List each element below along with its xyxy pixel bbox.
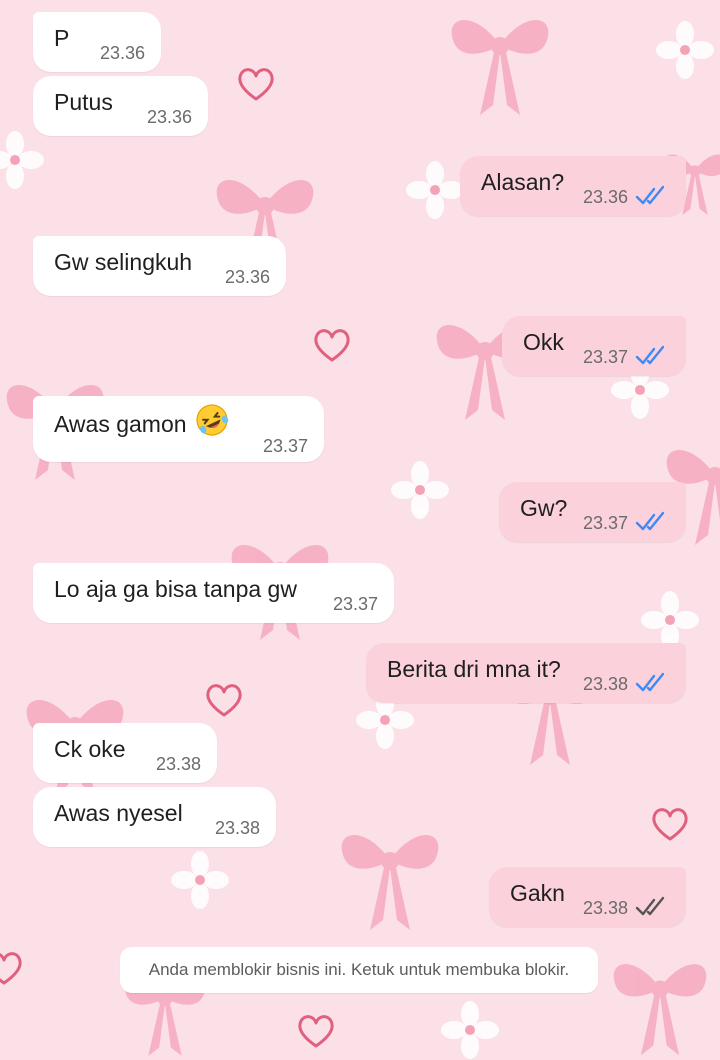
message-time: 23.37 — [262, 436, 308, 456]
incoming-message[interactable]: Gw selingkuh 23.36 — [33, 236, 286, 296]
rolling-on-floor-laughing-emoji-icon — [195, 403, 229, 443]
message-text-content: Awas gamon — [54, 411, 187, 438]
message-text: P — [54, 25, 70, 51]
incoming-message[interactable]: Awas nyesel 23.38 — [33, 787, 276, 847]
chat-thread: P 23.36 Putus 23.36 Alasan? 23.36 Gw sel… — [0, 0, 720, 1060]
read-double-check-icon — [635, 345, 665, 365]
message-time: 23.38 — [214, 818, 260, 838]
outgoing-message[interactable]: Berita dri mna it? 23.38 — [366, 643, 686, 703]
message-text: Putus — [54, 89, 113, 115]
message-time: 23.36 — [582, 187, 628, 207]
message-text: Awas gamon — [54, 404, 229, 443]
message-text: Lo aja ga bisa tanpa gw — [54, 576, 297, 602]
incoming-message[interactable]: P 23.36 — [33, 12, 161, 72]
incoming-message[interactable]: Ck oke 23.38 — [33, 723, 217, 783]
read-double-check-icon — [635, 672, 665, 692]
outgoing-message[interactable]: Okk 23.37 — [502, 316, 686, 376]
message-text: Okk — [523, 329, 564, 355]
message-text: Alasan? — [481, 169, 565, 195]
message-time: 23.37 — [332, 594, 378, 614]
message-text: Ck oke — [54, 736, 126, 762]
message-time: 23.38 — [155, 754, 201, 774]
incoming-message[interactable]: Awas gamon 23.37 — [33, 396, 324, 462]
message-time: 23.38 — [582, 674, 628, 694]
message-text: Gakn — [510, 880, 565, 906]
read-double-check-icon — [635, 511, 665, 531]
message-time: 23.37 — [582, 513, 628, 533]
read-double-check-icon — [635, 185, 665, 205]
message-text: Gw? — [520, 495, 568, 521]
blocked-business-notice[interactable]: Anda memblokir bisnis ini. Ketuk untuk m… — [120, 947, 598, 993]
outgoing-message[interactable]: Gakn 23.38 — [489, 867, 686, 927]
outgoing-message[interactable]: Gw? 23.37 — [499, 482, 686, 542]
message-text: Awas nyesel — [54, 800, 183, 826]
message-text: Gw selingkuh — [54, 249, 193, 275]
delivered-double-check-icon — [635, 896, 665, 916]
incoming-message[interactable]: Putus 23.36 — [33, 76, 208, 136]
message-time: 23.36 — [146, 107, 192, 127]
message-text: Berita dri mna it? — [387, 656, 561, 682]
message-time: 23.36 — [224, 267, 270, 287]
outgoing-message[interactable]: Alasan? 23.36 — [460, 156, 686, 216]
message-time: 23.37 — [582, 347, 628, 367]
message-time: 23.36 — [99, 43, 145, 63]
incoming-message[interactable]: Lo aja ga bisa tanpa gw 23.37 — [33, 563, 394, 623]
message-time: 23.38 — [582, 898, 628, 918]
